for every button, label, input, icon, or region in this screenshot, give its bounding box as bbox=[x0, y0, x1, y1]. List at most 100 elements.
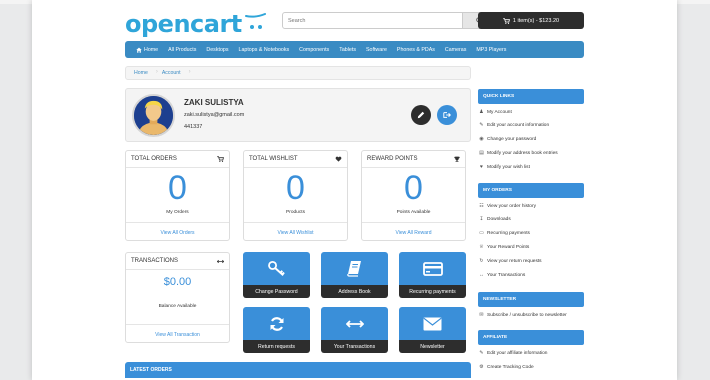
nav-item-software[interactable]: Software bbox=[361, 47, 392, 53]
divider bbox=[126, 222, 229, 223]
wishlist-count: 0 bbox=[286, 169, 305, 207]
divider bbox=[362, 167, 465, 168]
sidebar-link-wish-list[interactable]: ♥ Modify your wish list bbox=[478, 164, 584, 170]
search-input[interactable] bbox=[282, 12, 463, 29]
view-all-orders-link[interactable]: View All Orders bbox=[126, 230, 229, 236]
page-container: opencart 1 item(s) - $123.20 Home All Pr… bbox=[32, 0, 677, 380]
cart-button[interactable]: 1 item(s) - $123.20 bbox=[478, 12, 584, 29]
profile-email: zaki.sulistya@gmail.com bbox=[184, 112, 245, 118]
home-icon bbox=[136, 47, 142, 53]
credit-card-icon: ▭ bbox=[479, 230, 484, 236]
view-all-wishlist-link[interactable]: View All Wishlist bbox=[244, 230, 347, 236]
reward-points-card: REWARD POINTS 0 Points Available View Al… bbox=[361, 150, 466, 241]
main-nav: Home All Products Desktops Laptops & Not… bbox=[125, 41, 584, 58]
profile-card: ZAKI SULISTYA zaki.sulistya@gmail.com 44… bbox=[125, 88, 471, 142]
affiliate-header: AFFILIATE bbox=[478, 330, 584, 345]
nav-item-laptops[interactable]: Laptops & Notebooks bbox=[234, 47, 295, 53]
view-all-reward-link[interactable]: View All Reward bbox=[362, 230, 465, 236]
profile-phone: 441337 bbox=[184, 124, 203, 130]
sidebar-link-transactions[interactable]: ↔ Your Transactions bbox=[478, 272, 584, 278]
sidebar-link-return-requests[interactable]: ↻ View your return requests bbox=[478, 258, 584, 264]
sidebar-link-newsletter[interactable]: ✉ Subscribe / unsubscribe to newsletter bbox=[478, 312, 584, 318]
sidebar-link-tracking-code[interactable]: ⚙ Create Tracking Code bbox=[478, 364, 584, 370]
gear-icon: ⚙ bbox=[479, 364, 484, 370]
cart-icon bbox=[217, 156, 224, 162]
arrows-horizontal-icon bbox=[345, 319, 364, 328]
card-subtitle: Balance Available bbox=[158, 304, 197, 309]
envelope-icon bbox=[423, 317, 442, 330]
transactions-card: TRANSACTIONS $0.00 Balance Available Vie… bbox=[125, 252, 230, 343]
profile-name: ZAKI SULISTYA bbox=[184, 98, 244, 107]
breadcrumb-home[interactable]: Home › bbox=[134, 69, 162, 76]
pencil-icon: ✎ bbox=[479, 122, 484, 128]
nav-item-desktops[interactable]: Desktops bbox=[201, 47, 233, 53]
logout-button[interactable] bbox=[437, 105, 457, 125]
cart-icon bbox=[503, 17, 510, 24]
card-subtitle: Products bbox=[286, 210, 305, 215]
sidebar-link-order-history[interactable]: ☷ View your order history bbox=[478, 203, 584, 209]
address-book-tile[interactable]: Address Book bbox=[321, 252, 388, 298]
newsletter-tile[interactable]: Newsletter bbox=[399, 307, 466, 353]
trophy-icon: ♕ bbox=[479, 244, 484, 250]
opencart-logo[interactable]: opencart bbox=[125, 10, 267, 38]
nav-item-cameras[interactable]: Cameras bbox=[440, 47, 472, 53]
book-icon bbox=[347, 261, 361, 277]
search-bar bbox=[282, 12, 496, 29]
card-title: TRANSACTIONS bbox=[131, 258, 179, 264]
card-subtitle: My Orders bbox=[166, 210, 189, 215]
your-transactions-tile[interactable]: Your Transactions bbox=[321, 307, 388, 353]
card-title: TOTAL WISHLIST bbox=[249, 156, 298, 162]
reward-count: 0 bbox=[404, 169, 423, 207]
change-password-tile[interactable]: Change Password bbox=[243, 252, 310, 298]
view-all-transaction-link[interactable]: View All Transaction bbox=[126, 332, 229, 338]
card-subtitle: Points Available bbox=[396, 210, 431, 215]
user-icon: ♟ bbox=[479, 109, 484, 115]
refresh-icon bbox=[270, 316, 283, 331]
balance-amount: $0.00 bbox=[163, 276, 192, 288]
tile-label: Change Password bbox=[243, 285, 310, 298]
tile-label: Recurring payments bbox=[399, 285, 466, 298]
newsletter-header: NEWSLETTER bbox=[478, 292, 584, 307]
user-avatar-icon bbox=[134, 96, 173, 135]
avatar bbox=[132, 94, 175, 137]
sidebar-link-address-book[interactable]: ▤ Modify your address book entries bbox=[478, 150, 584, 156]
my-orders-header: MY ORDERS bbox=[478, 183, 584, 198]
card-title: REWARD POINTS bbox=[367, 156, 418, 162]
cart-icon: ☷ bbox=[479, 203, 484, 209]
tile-label: Return requests bbox=[243, 340, 310, 353]
sidebar-link-change-password[interactable]: ◉ Change your password bbox=[478, 136, 584, 142]
nav-item-home[interactable]: Home bbox=[131, 47, 163, 53]
cart-label: 1 item(s) - $123.20 bbox=[512, 17, 560, 24]
pencil-icon bbox=[417, 111, 425, 119]
book-icon: ▤ bbox=[479, 150, 484, 156]
credit-card-icon bbox=[422, 261, 443, 276]
divider bbox=[126, 324, 229, 325]
key-icon bbox=[267, 260, 285, 276]
nav-label: Home bbox=[144, 46, 159, 53]
divider bbox=[126, 167, 229, 168]
arrows-horizontal-icon: ↔ bbox=[479, 272, 484, 278]
nav-item-tablets[interactable]: Tablets bbox=[334, 47, 361, 53]
sidebar-link-my-account[interactable]: ♟ My Account bbox=[478, 109, 584, 115]
pencil-icon: ✎ bbox=[479, 350, 484, 356]
nav-item-all-products[interactable]: All Products bbox=[163, 47, 201, 53]
tile-label: Your Transactions bbox=[321, 340, 388, 353]
nav-item-mp3[interactable]: MP3 Players bbox=[471, 47, 511, 53]
latest-orders-header: LATEST ORDERS bbox=[125, 362, 471, 378]
sidebar-link-reward-points[interactable]: ♕ Your Reward Points bbox=[478, 244, 584, 250]
nav-item-phones[interactable]: Phones & PDAs bbox=[392, 47, 440, 53]
sidebar-link-affiliate-info[interactable]: ✎ Edit your affiliate information bbox=[478, 350, 584, 356]
envelope-icon: ✉ bbox=[479, 312, 484, 318]
nav-item-components[interactable]: Components bbox=[294, 47, 334, 53]
breadcrumb-separator: › bbox=[188, 69, 191, 75]
sidebar-link-downloads[interactable]: ↧ Downloads bbox=[478, 216, 584, 222]
return-requests-tile[interactable]: Return requests bbox=[243, 307, 310, 353]
breadcrumb-account[interactable]: Account › bbox=[162, 69, 195, 76]
edit-profile-button[interactable] bbox=[411, 105, 431, 125]
breadcrumb-separator: › bbox=[155, 69, 158, 75]
recurring-payments-tile[interactable]: Recurring payments bbox=[399, 252, 466, 298]
divider bbox=[244, 222, 347, 223]
sidebar-link-recurring[interactable]: ▭ Recurring payments bbox=[478, 230, 584, 236]
logout-icon bbox=[443, 112, 451, 118]
sidebar-link-edit-account[interactable]: ✎ Edit your account information bbox=[478, 122, 584, 128]
